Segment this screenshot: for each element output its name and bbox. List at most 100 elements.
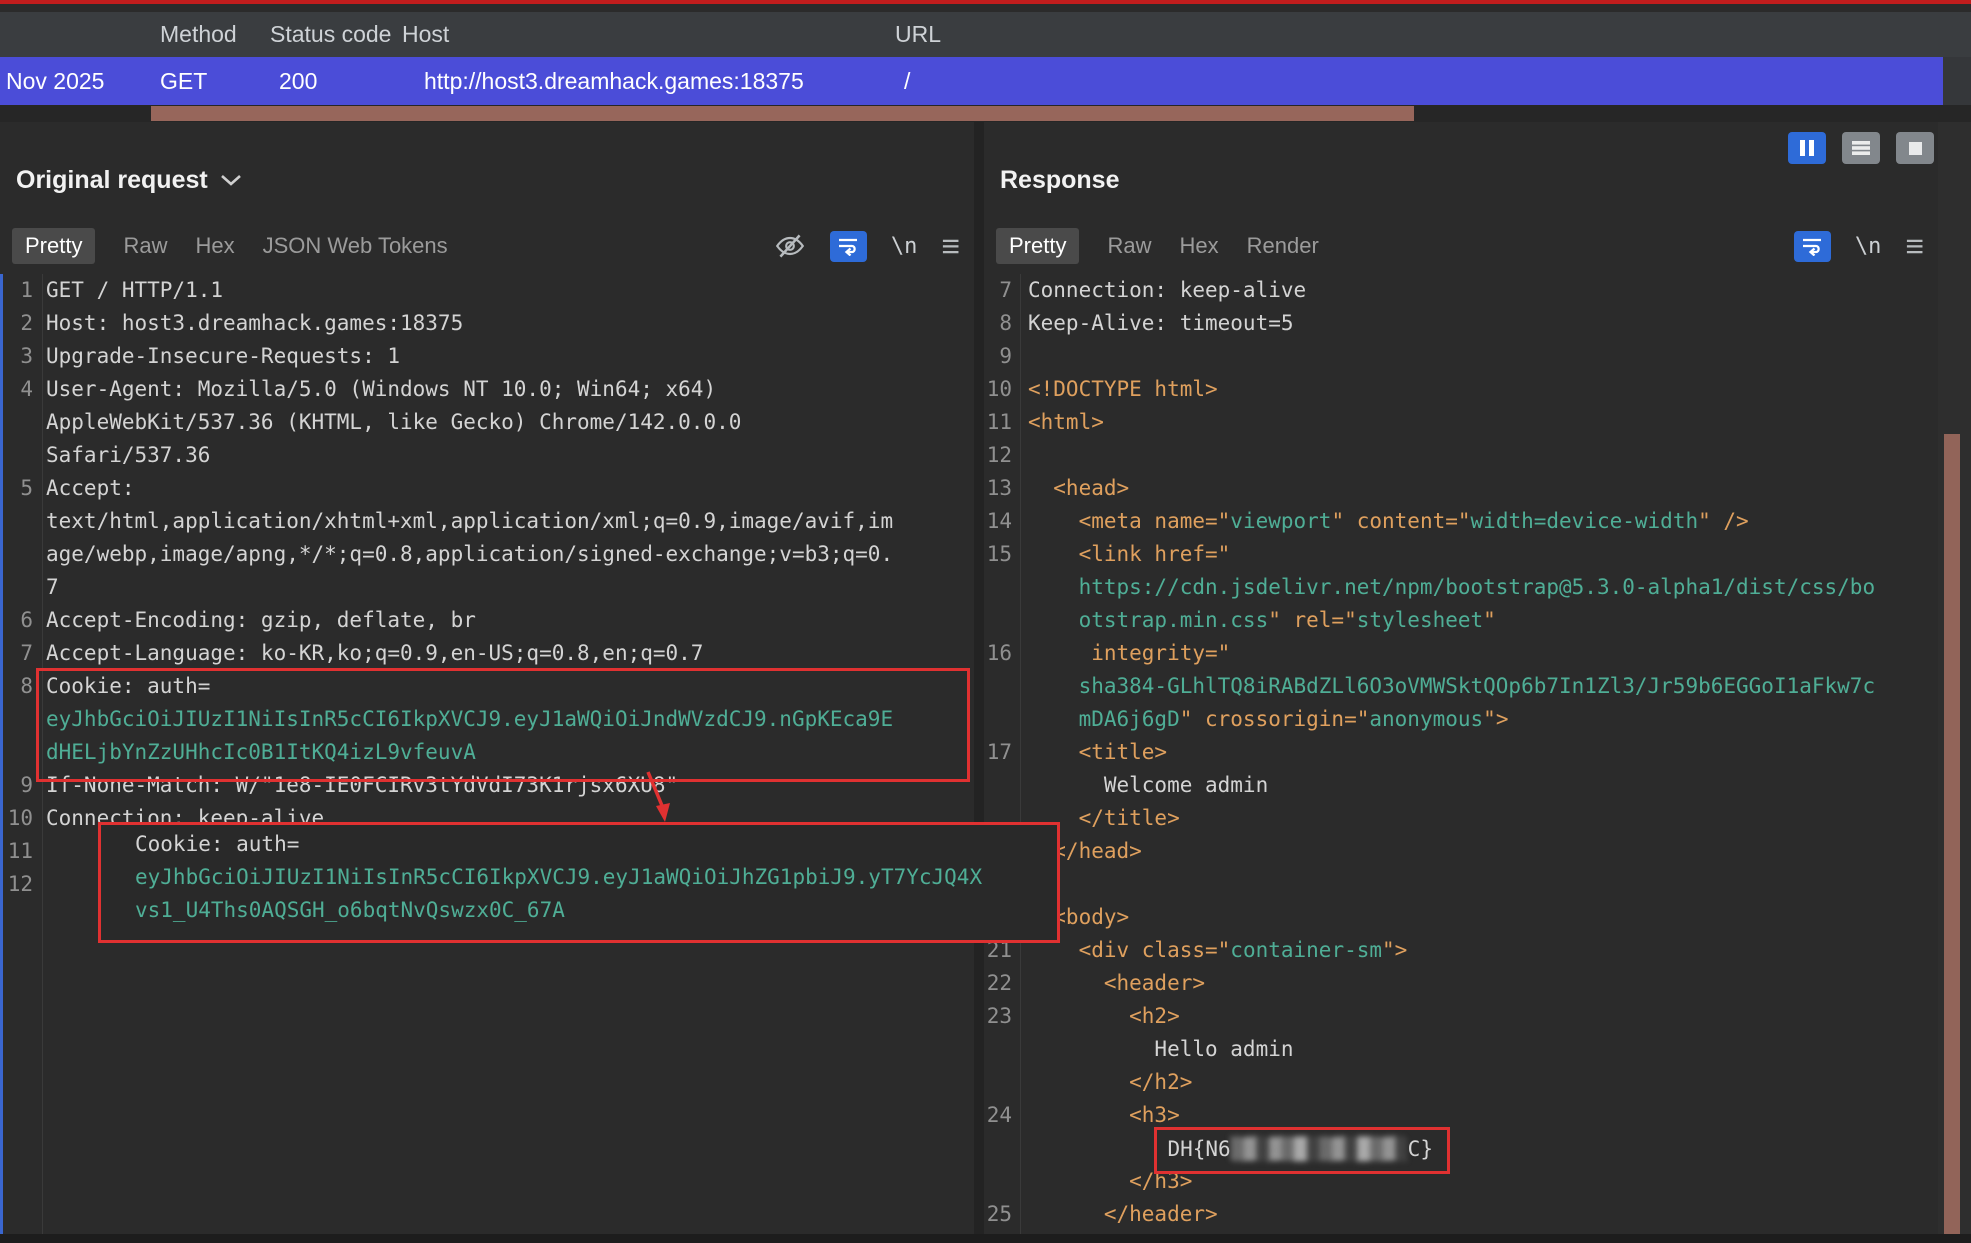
line-number: 15 bbox=[984, 538, 1012, 571]
history-row-selected[interactable]: Nov 2025 GET 200 http://host3.dreamhack.… bbox=[0, 57, 1943, 105]
line-number: 17 bbox=[984, 736, 1012, 769]
line-number: 12 bbox=[3, 868, 33, 901]
response-panel: Response Pretty Raw Hex Render \n ≡ 7Con… bbox=[984, 122, 1938, 1234]
editor-menu-icon[interactable]: ≡ bbox=[941, 236, 960, 256]
response-editor[interactable]: 7Connection: keep-alive8Keep-Alive: time… bbox=[984, 274, 1938, 1234]
line-number: 8 bbox=[3, 670, 33, 703]
show-newlines-toggle[interactable]: \n bbox=[1855, 234, 1882, 259]
panel-splitter[interactable] bbox=[974, 122, 984, 1234]
flag-highlight-box: DH{N6▒▓░▓▒█░▒▓░█▒▓░C} bbox=[1154, 1127, 1450, 1174]
line-number bbox=[984, 1066, 1012, 1099]
code-line: 4User-Agent: Mozilla/5.0 (Windows NT 10.… bbox=[3, 373, 974, 406]
code-line: 12 bbox=[984, 439, 1938, 472]
code-line: mDA6j6gD" crossorigin="anonymous"> bbox=[984, 703, 1938, 736]
tab-pretty[interactable]: Pretty bbox=[12, 228, 95, 264]
history-cell-host: http://host3.dreamhack.games:18375 bbox=[424, 57, 804, 105]
code-line: Hello admin bbox=[984, 1033, 1938, 1066]
tab-raw[interactable]: Raw bbox=[123, 233, 167, 259]
response-scrollbar-thumb[interactable] bbox=[1944, 434, 1960, 1234]
response-editor-tools: \n ≡ bbox=[1794, 226, 1924, 266]
code-line: 15 <link href=" bbox=[984, 538, 1938, 571]
line-number: 1 bbox=[3, 274, 33, 307]
code-line: 6Accept-Encoding: gzip, deflate, br bbox=[3, 604, 974, 637]
code-line: </h3> bbox=[984, 1165, 1938, 1198]
line-number: 25 bbox=[984, 1198, 1012, 1231]
annotation-admin-cookie-overlay: Cookie: auth= eyJhbGciOiJIUzI1NiIsInR5cC… bbox=[98, 822, 1060, 943]
line-number: 12 bbox=[984, 439, 1012, 472]
code-line: 18 </head> bbox=[984, 835, 1938, 868]
code-line: https://cdn.jsdelivr.net/npm/bootstrap@5… bbox=[984, 571, 1938, 604]
line-number bbox=[984, 571, 1012, 604]
tab-hex[interactable]: Hex bbox=[1179, 233, 1218, 259]
code-line: Safari/537.36 bbox=[3, 439, 974, 472]
chevron-down-icon bbox=[220, 174, 242, 187]
line-number bbox=[3, 571, 33, 604]
code-line: DH{N6▒▓░▓▒█░▒▓░█▒▓░C} bbox=[984, 1132, 1938, 1165]
line-number: 14 bbox=[984, 505, 1012, 538]
bottom-scrollbar-strip bbox=[0, 1234, 1971, 1243]
word-wrap-button[interactable] bbox=[830, 231, 867, 262]
column-header-method[interactable]: Method bbox=[160, 12, 237, 57]
code-line: 14 <meta name="viewport" content="width=… bbox=[984, 505, 1938, 538]
line-number: 6 bbox=[3, 604, 33, 637]
line-number: 10 bbox=[984, 373, 1012, 406]
code-line: 7 bbox=[3, 571, 974, 604]
line-number bbox=[3, 505, 33, 538]
tab-pretty[interactable]: Pretty bbox=[996, 228, 1079, 264]
square-icon bbox=[1909, 142, 1922, 155]
line-number: 24 bbox=[984, 1099, 1012, 1132]
column-header-host[interactable]: Host bbox=[402, 12, 449, 57]
split-rows-button[interactable] bbox=[1842, 132, 1880, 164]
tab-json-web-tokens[interactable]: JSON Web Tokens bbox=[263, 233, 448, 259]
request-panel-title[interactable]: Original request bbox=[16, 166, 242, 195]
tab-hex[interactable]: Hex bbox=[195, 233, 234, 259]
line-number: 11 bbox=[984, 406, 1012, 439]
column-header-status-code[interactable]: Status code bbox=[270, 12, 391, 57]
code-line: text/html,application/xhtml+xml,applicat… bbox=[3, 505, 974, 538]
line-number: 7 bbox=[984, 274, 1012, 307]
code-line: 11<html> bbox=[984, 406, 1938, 439]
line-number: 2 bbox=[3, 307, 33, 340]
history-table-header: Method Status code Host URL bbox=[0, 12, 1971, 57]
line-number bbox=[984, 703, 1012, 736]
code-line: 13 <head> bbox=[984, 472, 1938, 505]
code-line: 8Keep-Alive: timeout=5 bbox=[984, 307, 1938, 340]
admin-cookie-token-line: eyJhbGciOiJIUzI1NiIsInR5cCI6IkpXVCJ9.eyJ… bbox=[135, 861, 1057, 894]
code-line: 25 </header> bbox=[984, 1198, 1938, 1231]
code-line: Welcome admin bbox=[984, 769, 1938, 802]
line-number bbox=[984, 670, 1012, 703]
flag-suffix: C} bbox=[1408, 1137, 1433, 1161]
request-tabs: Pretty Raw Hex JSON Web Tokens bbox=[12, 226, 448, 266]
line-number bbox=[3, 439, 33, 472]
word-wrap-button[interactable] bbox=[1794, 231, 1831, 262]
pause-button[interactable] bbox=[1788, 132, 1826, 164]
tab-raw[interactable]: Raw bbox=[1107, 233, 1151, 259]
tab-render[interactable]: Render bbox=[1247, 233, 1319, 259]
column-header-url[interactable]: URL bbox=[895, 12, 941, 57]
line-number bbox=[984, 1132, 1012, 1165]
table-horizontal-scrollbar[interactable] bbox=[151, 106, 1414, 121]
history-cell-url: / bbox=[904, 57, 910, 105]
code-line: 20 <body> bbox=[984, 901, 1938, 934]
show-newlines-toggle[interactable]: \n bbox=[891, 234, 918, 259]
admin-cookie-label: Cookie: auth= bbox=[135, 828, 1057, 861]
response-panel-title-text: Response bbox=[1000, 166, 1119, 195]
line-number: 13 bbox=[984, 472, 1012, 505]
code-line: AppleWebKit/537.36 (KHTML, like Gecko) C… bbox=[3, 406, 974, 439]
line-number: 16 bbox=[984, 637, 1012, 670]
line-number: 8 bbox=[984, 307, 1012, 340]
code-line: 21 <div class="container-sm"> bbox=[984, 934, 1938, 967]
eye-slash-icon[interactable] bbox=[774, 232, 806, 260]
code-line: </title> bbox=[984, 802, 1938, 835]
word-wrap-icon bbox=[837, 236, 859, 256]
layout-buttons bbox=[1788, 132, 1934, 164]
pause-icon bbox=[1800, 140, 1805, 156]
line-number: 4 bbox=[3, 373, 33, 406]
code-line: 10<!DOCTYPE html> bbox=[984, 373, 1938, 406]
line-number bbox=[984, 1165, 1012, 1198]
maximize-panel-button[interactable] bbox=[1896, 132, 1934, 164]
line-number bbox=[984, 1033, 1012, 1066]
code-line: 24 <h3> bbox=[984, 1099, 1938, 1132]
code-line: 1GET / HTTP/1.1 bbox=[3, 274, 974, 307]
editor-menu-icon[interactable]: ≡ bbox=[1905, 236, 1924, 256]
